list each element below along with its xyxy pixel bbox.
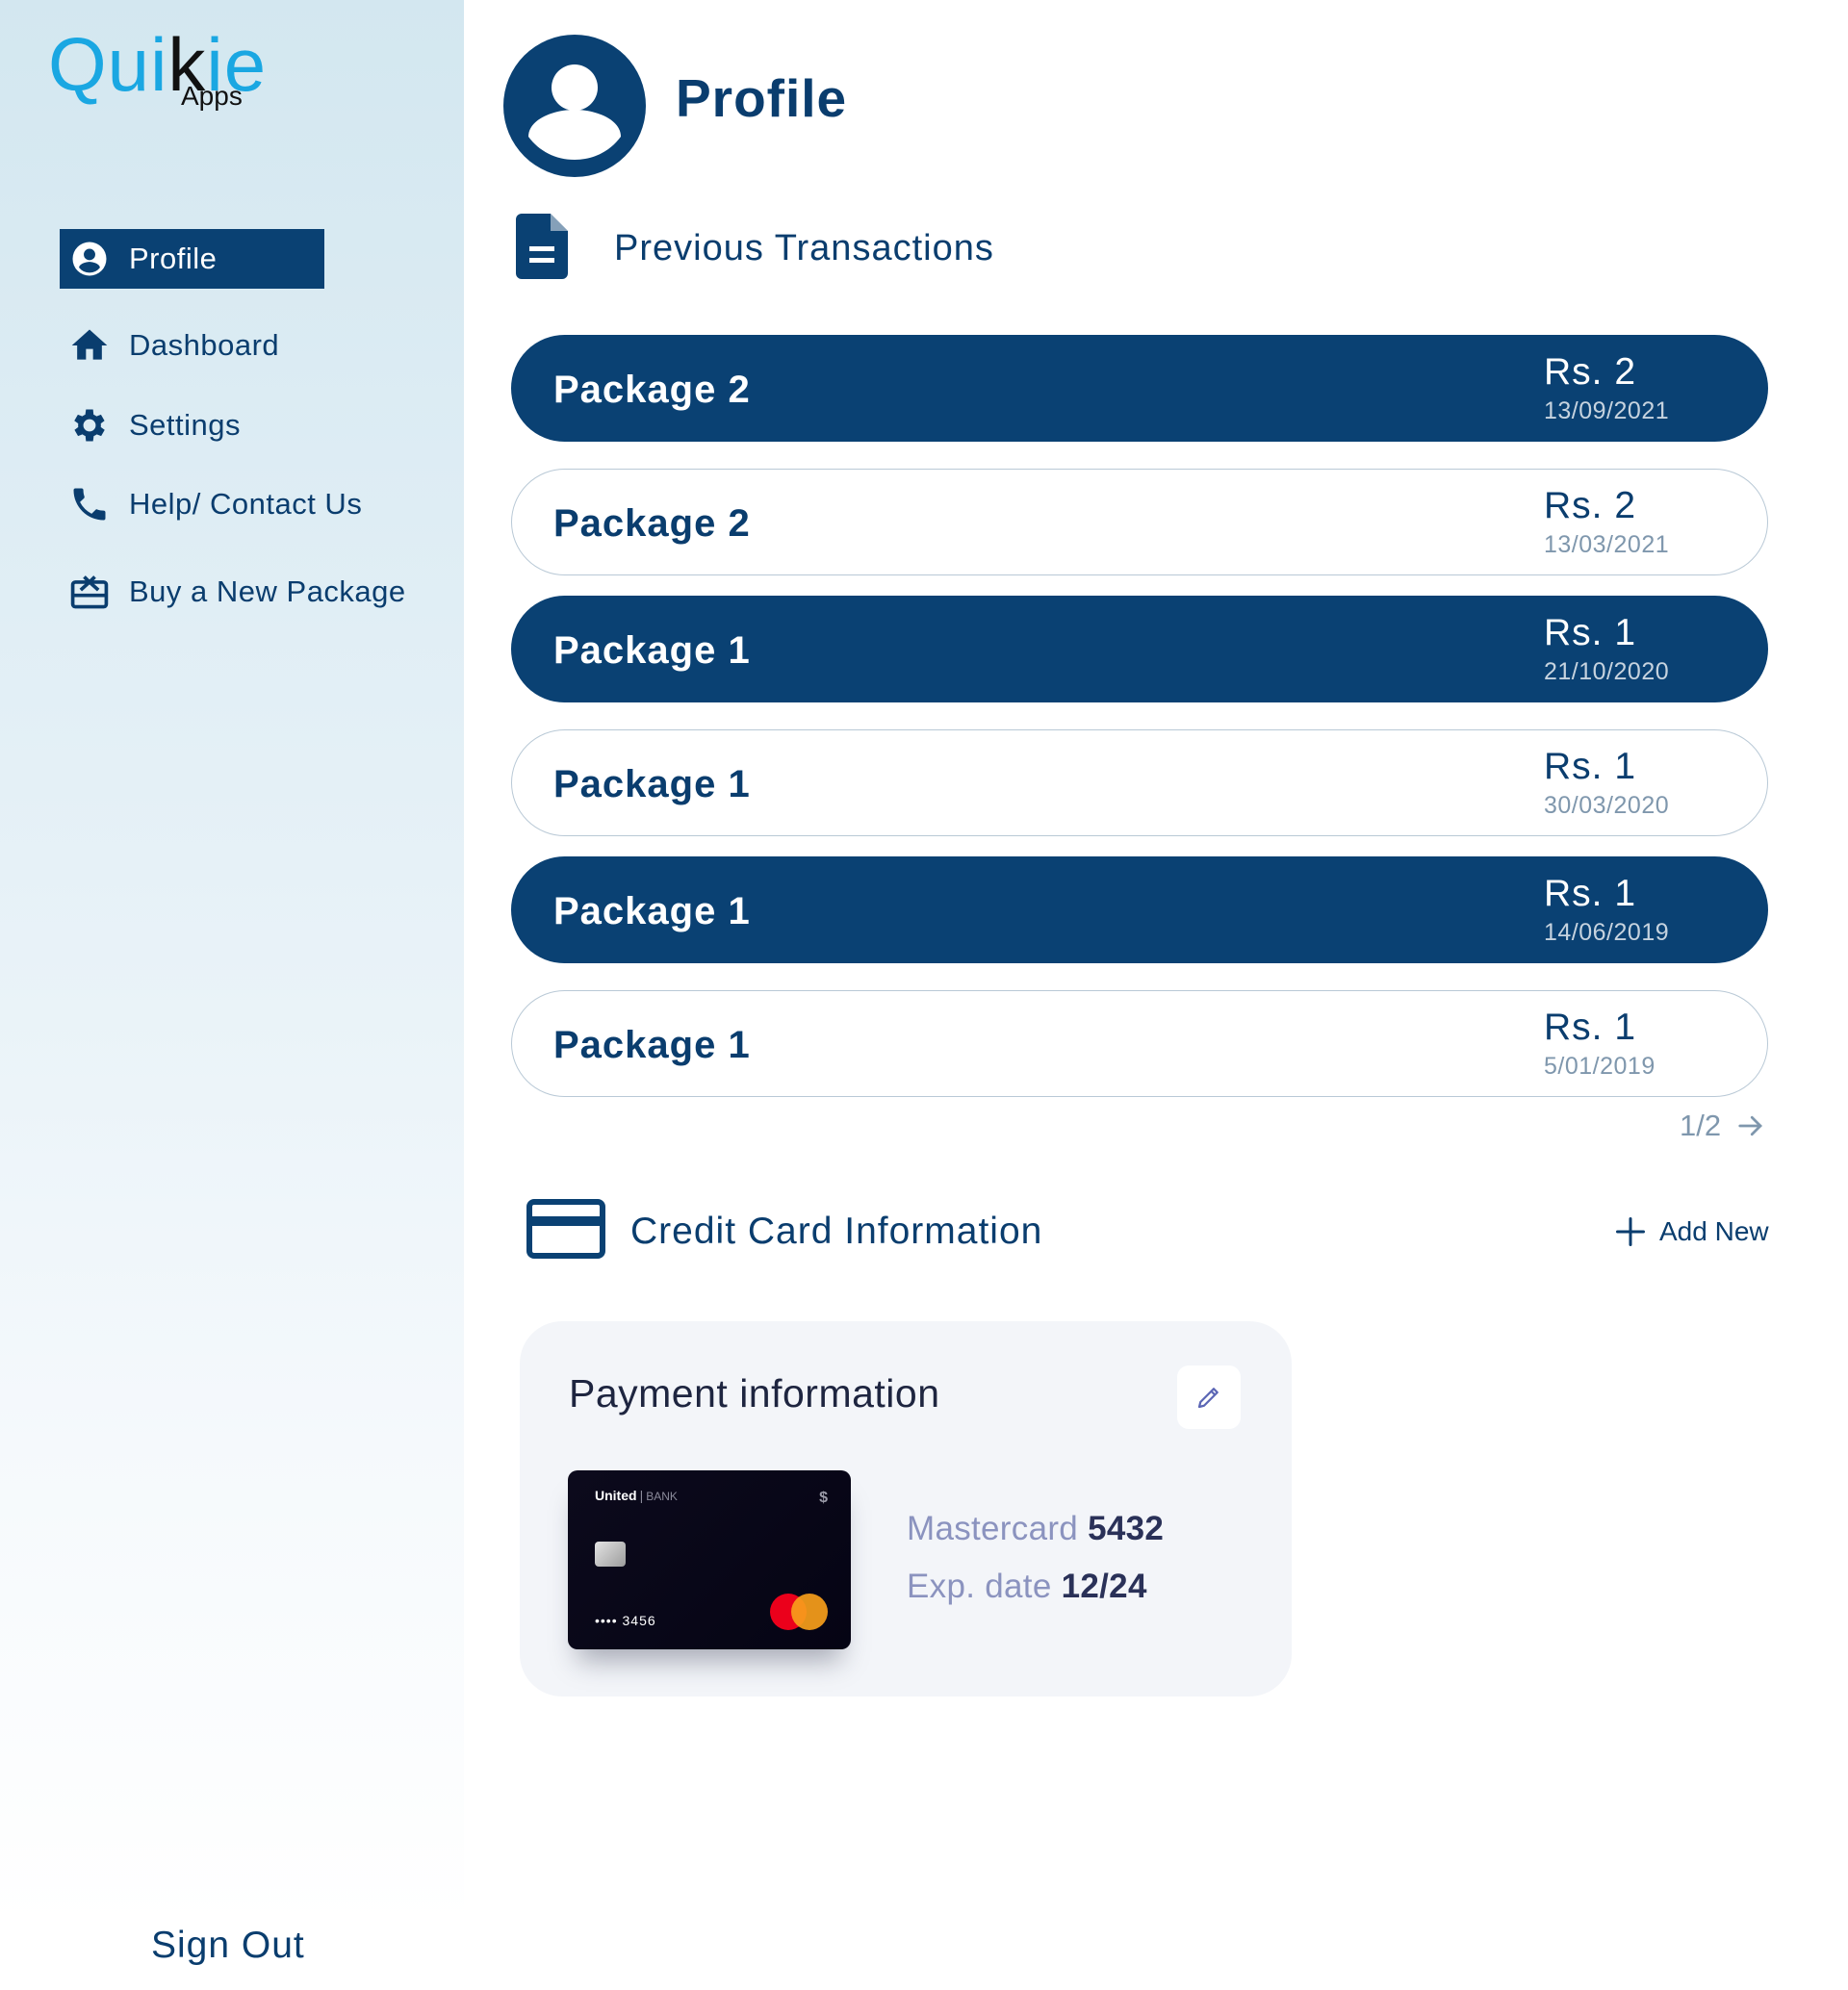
card-last4: 5432 <box>1088 1510 1165 1547</box>
sidebar-item-profile[interactable]: Profile <box>60 229 324 289</box>
card-exp-value: 12/24 <box>1061 1568 1147 1605</box>
profile-avatar-icon <box>503 35 646 177</box>
sidebar-item-label: Settings <box>129 408 242 442</box>
add-new-label: Add New <box>1659 1216 1769 1246</box>
app-logo[interactable]: Quikie Apps <box>48 27 266 118</box>
edit-payment-button[interactable] <box>1177 1365 1241 1429</box>
transaction-row[interactable]: Package 1 Rs. 1 5/01/2019 <box>511 990 1768 1097</box>
transaction-row[interactable]: Package 2 Rs. 2 13/03/2021 <box>511 469 1768 575</box>
transaction-row[interactable]: Package 2 Rs. 2 13/09/2021 <box>511 335 1768 442</box>
sidebar-item-label: Buy a New Package <box>129 574 406 608</box>
pagination-next[interactable]: 1/2 <box>1680 1109 1765 1143</box>
transaction-amount: Rs. 1 <box>1544 873 1637 914</box>
credit-card-icon <box>526 1199 605 1263</box>
transaction-amount: Rs. 2 <box>1544 485 1637 526</box>
page-title: Profile <box>676 68 848 128</box>
phone-icon <box>67 482 112 526</box>
transaction-date: 30/03/2020 <box>1544 792 1670 819</box>
transaction-date: 5/01/2019 <box>1544 1053 1656 1080</box>
transaction-amount: Rs. 1 <box>1544 612 1637 653</box>
sidebar-item-label: Dashboard <box>129 328 280 362</box>
payment-info-card: Payment information United | BANK $ •••• 3… <box>520 1321 1292 1697</box>
transaction-date: 13/09/2021 <box>1544 397 1670 424</box>
card-masked-number: •••• 3456 <box>595 1613 656 1628</box>
transactions-header: Previous Transactions <box>516 214 994 284</box>
plus-icon <box>1616 1217 1645 1246</box>
pencil-icon <box>1197 1388 1219 1409</box>
gear-icon <box>67 403 112 447</box>
sidebar-nav: Profile Dashboard Settings Help/ Contact… <box>60 229 445 609</box>
transactions-title: Previous Transactions <box>614 228 994 268</box>
card-brand: Mastercard <box>907 1510 1079 1547</box>
transaction-row[interactable]: Package 1 Rs. 1 30/03/2020 <box>511 729 1768 836</box>
sidebar-item-settings[interactable]: Settings <box>60 395 241 455</box>
transaction-date: 21/10/2020 <box>1544 658 1670 685</box>
credit-card-header: Credit Card Information <box>526 1199 1042 1263</box>
sidebar-item-label: Profile <box>129 242 218 275</box>
credit-card-title: Credit Card Information <box>630 1210 1043 1252</box>
transaction-amount: Rs. 1 <box>1544 1007 1637 1048</box>
card-bank-name: United | BANK <box>595 1488 678 1503</box>
transaction-package: Package 1 <box>553 763 751 805</box>
gift-card-icon <box>67 570 112 614</box>
arrow-right-icon <box>1738 1115 1763 1136</box>
transaction-package: Package 1 <box>553 890 751 932</box>
document-icon <box>516 214 568 284</box>
transaction-package: Package 2 <box>553 369 751 411</box>
transaction-date: 14/06/2019 <box>1544 919 1670 946</box>
sidebar-item-buy-package[interactable]: Buy a New Package <box>60 562 406 622</box>
payment-info-title: Payment information <box>569 1371 940 1416</box>
add-new-card-button[interactable]: Add New <box>1613 1214 1769 1249</box>
credit-card-image: United | BANK $ •••• 3456 <box>568 1470 851 1649</box>
transaction-row[interactable]: Package 1 Rs. 1 14/06/2019 <box>511 856 1768 963</box>
account-circle-icon <box>67 237 112 281</box>
sidebar: Quikie Apps Profile Dashboard Settings H… <box>0 0 464 1966</box>
transaction-row[interactable]: Package 1 Rs. 1 21/10/2020 <box>511 596 1768 702</box>
home-icon <box>67 323 112 368</box>
logo-subtitle: Apps <box>181 81 243 111</box>
transaction-date: 13/03/2021 <box>1544 531 1670 558</box>
transaction-package: Package 1 <box>553 629 751 672</box>
card-exp-label: Exp. date <box>907 1568 1052 1605</box>
card-expiry-line: Exp. date 12/24 <box>907 1568 1147 1606</box>
card-currency: $ <box>819 1490 828 1506</box>
page-indicator: 1/2 <box>1680 1109 1722 1142</box>
card-chip-icon <box>595 1542 626 1567</box>
card-brand-line: Mastercard 5432 <box>907 1510 1164 1548</box>
transaction-package: Package 1 <box>553 1024 751 1066</box>
sign-out-link[interactable]: Sign Out <box>151 1925 305 1967</box>
sidebar-item-dashboard[interactable]: Dashboard <box>60 316 279 375</box>
transaction-amount: Rs. 1 <box>1544 746 1637 787</box>
sidebar-item-help-contact[interactable]: Help/ Contact Us <box>60 474 362 534</box>
transaction-amount: Rs. 2 <box>1544 351 1637 393</box>
mastercard-logo-icon <box>770 1594 830 1630</box>
sidebar-item-label: Help/ Contact Us <box>129 487 363 521</box>
transaction-package: Package 2 <box>553 502 751 545</box>
